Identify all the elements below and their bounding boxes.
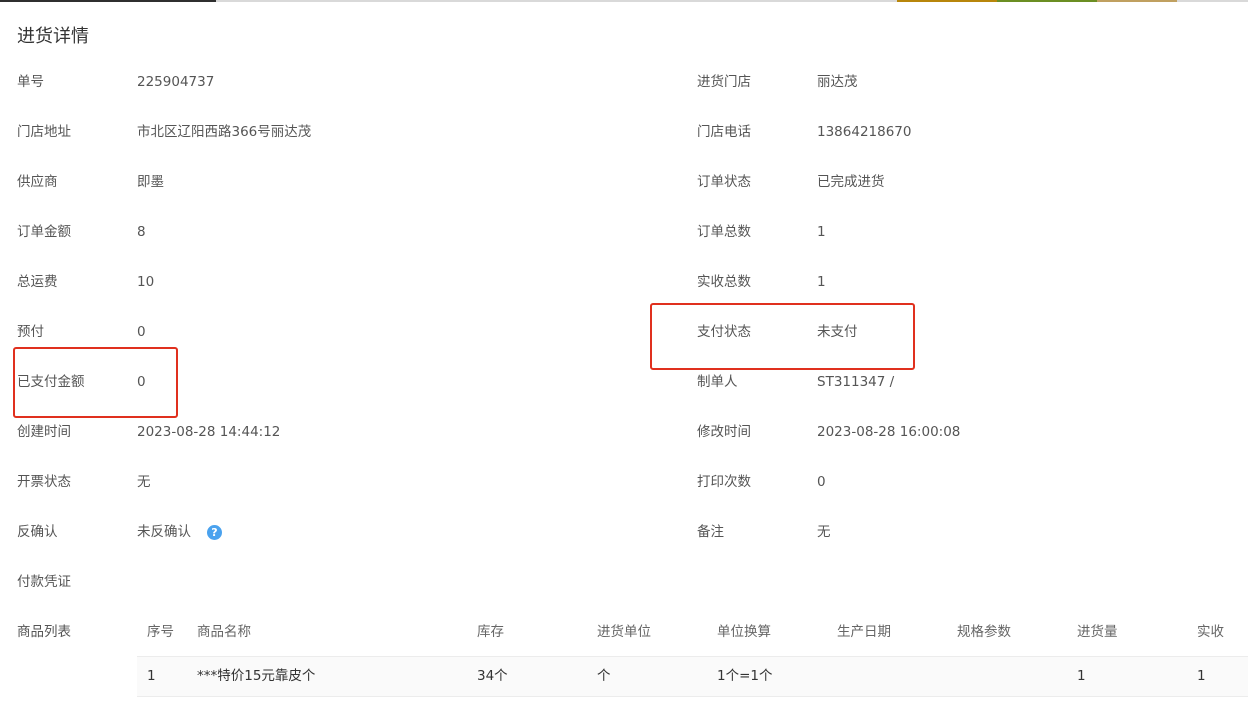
order-total-label: 订单总数 bbox=[697, 224, 751, 240]
col-header-production-date: 生产日期 bbox=[837, 624, 891, 640]
col-header-purchase-unit: 进货单位 bbox=[597, 624, 651, 640]
store-phone-label: 门店电话 bbox=[697, 124, 751, 140]
prepaid-value: 0 bbox=[137, 324, 146, 340]
col-header-received: 实收 bbox=[1197, 624, 1224, 640]
created-time-label: 创建时间 bbox=[17, 424, 71, 440]
order-status-value: 已完成进货 bbox=[817, 174, 885, 190]
cell-product-name: ***特价15元靠皮个 bbox=[197, 668, 316, 684]
print-count-label: 打印次数 bbox=[697, 474, 751, 490]
creator-label: 制单人 bbox=[697, 374, 738, 390]
col-header-unit-conversion: 单位换算 bbox=[717, 624, 771, 640]
remark-value: 无 bbox=[817, 524, 831, 540]
help-icon[interactable]: ? bbox=[207, 525, 222, 540]
received-total-value: 1 bbox=[817, 274, 826, 290]
cell-index: 1 bbox=[147, 668, 156, 684]
top-strip-accent-3 bbox=[1097, 0, 1177, 2]
col-header-purchase-qty: 进货量 bbox=[1077, 624, 1118, 640]
modified-time-label: 修改时间 bbox=[697, 424, 751, 440]
col-header-product-name: 商品名称 bbox=[197, 624, 251, 640]
prepaid-label: 预付 bbox=[17, 324, 44, 340]
supplier-label: 供应商 bbox=[17, 174, 58, 190]
cell-received: 1 bbox=[1197, 668, 1206, 684]
reverse-confirm-label: 反确认 bbox=[17, 524, 58, 540]
store-phone-value: 13864218670 bbox=[817, 124, 912, 140]
top-strip-accent-2 bbox=[997, 0, 1097, 2]
payment-status-highlight bbox=[650, 303, 915, 370]
supplier-value: 即墨 bbox=[137, 174, 164, 190]
reverse-confirm-value: 未反确认 bbox=[137, 524, 191, 540]
store-address-value: 市北区辽阳西路366号丽达茂 bbox=[137, 124, 312, 140]
top-strip-accent-1 bbox=[897, 0, 997, 2]
invoice-status-label: 开票状态 bbox=[17, 474, 71, 490]
col-header-stock: 库存 bbox=[477, 624, 504, 640]
cell-unit-conversion: 1个=1个 bbox=[717, 668, 773, 684]
cell-purchase-unit: 个 bbox=[597, 668, 611, 684]
purchase-store-value: 丽达茂 bbox=[817, 74, 858, 90]
col-header-spec: 规格参数 bbox=[957, 624, 1011, 640]
order-no-label: 单号 bbox=[17, 74, 44, 90]
paid-amount-highlight bbox=[13, 347, 178, 418]
purchase-store-label: 进货门店 bbox=[697, 74, 751, 90]
goods-list-label: 商品列表 bbox=[17, 624, 71, 640]
top-strip bbox=[0, 0, 1248, 2]
order-status-label: 订单状态 bbox=[697, 174, 751, 190]
order-total-value: 1 bbox=[817, 224, 826, 240]
invoice-status-value: 无 bbox=[137, 474, 151, 490]
table-divider-bottom bbox=[137, 696, 1248, 697]
cell-purchase-qty: 1 bbox=[1077, 668, 1086, 684]
payment-voucher-label: 付款凭证 bbox=[17, 574, 71, 590]
print-count-value: 0 bbox=[817, 474, 826, 490]
top-strip-dark bbox=[0, 0, 216, 2]
created-time-value: 2023-08-28 14:44:12 bbox=[137, 424, 281, 440]
order-amount-label: 订单金额 bbox=[17, 224, 71, 240]
cell-stock: 34个 bbox=[477, 668, 508, 684]
page-title: 进货详情 bbox=[17, 26, 89, 47]
creator-value: ST311347 / bbox=[817, 374, 895, 390]
order-no-value: 225904737 bbox=[137, 74, 215, 90]
order-amount-value: 8 bbox=[137, 224, 146, 240]
total-freight-value: 10 bbox=[137, 274, 155, 290]
total-freight-label: 总运费 bbox=[17, 274, 58, 290]
received-total-label: 实收总数 bbox=[697, 274, 751, 290]
col-header-index: 序号 bbox=[147, 624, 174, 640]
store-address-label: 门店地址 bbox=[17, 124, 71, 140]
remark-label: 备注 bbox=[697, 524, 724, 540]
modified-time-value: 2023-08-28 16:00:08 bbox=[817, 424, 961, 440]
